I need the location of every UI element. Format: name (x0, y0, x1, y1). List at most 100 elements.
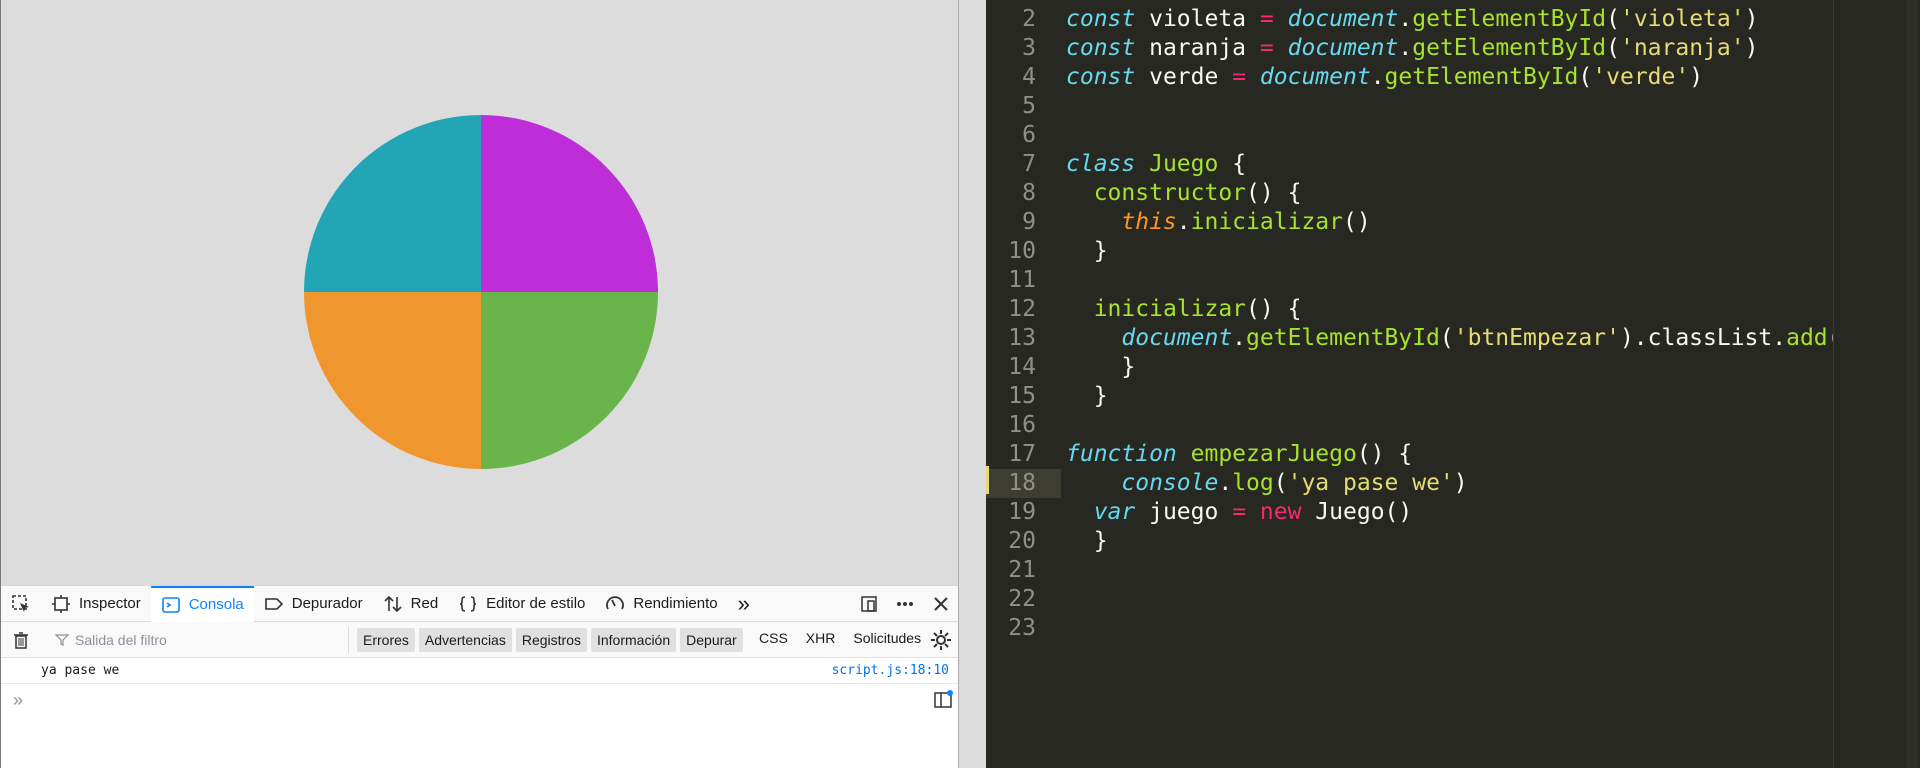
code-token: ) (1689, 64, 1704, 90)
log-source-link[interactable]: script.js:18:10 (832, 663, 949, 678)
filter-depurar[interactable]: Depurar (680, 628, 743, 652)
line-code: } (1066, 527, 1108, 556)
code-token: document (1121, 325, 1233, 351)
code-line[interactable]: 3 const naranja = document.getElementById… (986, 34, 1920, 63)
sidebar-toggle-icon[interactable] (933, 690, 953, 710)
code-line[interactable]: 8 constructor() { (986, 179, 1920, 208)
code-token: document (1287, 35, 1399, 61)
code-line[interactable]: 4 const verde = document.getElementById('… (986, 63, 1920, 92)
element-picker-icon (12, 594, 29, 612)
filter-solicitudes[interactable]: Solicitudes (853, 630, 921, 646)
code-line[interactable]: 15 } (986, 382, 1920, 411)
filter-información[interactable]: Información (590, 628, 677, 652)
code-token: constructor (1093, 180, 1247, 206)
console-prompt[interactable]: » (13, 690, 23, 711)
code-token: 'ya pase we' (1287, 470, 1454, 496)
code-line[interactable]: 7 class Juego { (986, 150, 1920, 179)
more-tools-button[interactable]: » (728, 586, 760, 622)
code-token: const (1066, 6, 1136, 32)
code-token: = (1259, 35, 1274, 61)
color-violeta[interactable] (481, 115, 658, 292)
tab-editor-de-estilo[interactable]: Editor de estilo (448, 586, 595, 622)
line-code: class Juego { (1066, 150, 1246, 179)
code-token: 'violeta' (1619, 6, 1745, 32)
code-token: } (1066, 528, 1108, 554)
code-line[interactable]: 23 (986, 614, 1920, 643)
line-number: 10 (1008, 238, 1036, 264)
code-token: function (1066, 441, 1177, 467)
tab-consola[interactable]: Consola (150, 585, 254, 622)
line-number: 2 (1022, 6, 1036, 32)
tab-label: Red (410, 595, 439, 612)
line-code: const violeta = document.getElementById(… (1066, 5, 1758, 34)
tab-red[interactable]: Red (373, 586, 449, 622)
filter-css[interactable]: CSS (759, 630, 788, 646)
pane-splitter[interactable] (958, 0, 986, 768)
code-token: . (1398, 35, 1413, 61)
tab-inspector[interactable]: Inspector (41, 586, 151, 622)
code-token: violeta (1135, 6, 1260, 32)
tab-label: Consola (188, 596, 244, 613)
close-icon[interactable] (931, 594, 951, 614)
network-icon (384, 595, 402, 612)
color-celeste[interactable] (304, 115, 481, 292)
code-line[interactable]: 16 (986, 411, 1920, 440)
code-token: ) (1453, 470, 1468, 496)
tab-rendimiento[interactable]: Rendimiento (595, 586, 727, 622)
filter-input[interactable]: Salida del filtro (43, 627, 349, 653)
code-token: 'btnEmpezar' (1453, 325, 1620, 351)
editor-scrollbar[interactable] (1906, 0, 1918, 768)
filter-advertencias[interactable]: Advertencias (418, 628, 512, 652)
debugger-icon (264, 597, 283, 610)
code-line[interactable]: 12 inicializar() { (986, 295, 1920, 324)
color-naranja[interactable] (304, 292, 481, 469)
page-viewport (1, 0, 959, 585)
code-token: getElementById (1246, 325, 1440, 351)
code-line[interactable]: 13 document.getElementById('btnEmpezar')… (986, 324, 1920, 353)
network-filters: CSS XHR Solicitudes (759, 630, 921, 646)
code-token: = (1232, 499, 1247, 525)
code-line[interactable]: 6 (986, 121, 1920, 150)
code-line[interactable]: 20 } (986, 527, 1920, 556)
element-picker-button[interactable] (1, 586, 41, 622)
code-line[interactable]: 9 this.inicializar() (986, 208, 1920, 237)
tab-label: Inspector (79, 595, 141, 612)
code-token: ( (1606, 6, 1620, 32)
code-token: document (1259, 64, 1371, 90)
code-token: getElementById (1384, 64, 1579, 90)
code-line[interactable]: 5 (986, 92, 1920, 121)
code-line[interactable]: 21 (986, 556, 1920, 585)
code-token: log (1232, 470, 1274, 496)
filter-errores[interactable]: Errores (357, 628, 415, 652)
code-line[interactable]: 19 var juego = new Juego() (986, 498, 1920, 527)
code-line[interactable]: 17 function empezarJuego() { (986, 440, 1920, 469)
code-editor[interactable]: 2 const violeta = document.getElementById… (986, 0, 1920, 768)
more-options-icon[interactable] (895, 594, 915, 614)
line-number: 3 (1022, 35, 1036, 61)
line-number: 16 (1008, 412, 1036, 438)
code-token: juego (1135, 499, 1233, 525)
code-line[interactable]: 14 } (986, 353, 1920, 382)
code-line[interactable]: 2 const violeta = document.getElementById… (986, 5, 1920, 34)
responsive-design-icon[interactable] (859, 594, 879, 614)
trash-icon[interactable] (11, 630, 31, 650)
code-token: } (1066, 238, 1108, 264)
line-number: 15 (1008, 383, 1036, 409)
line-code: } (1066, 382, 1108, 411)
line-code: const naranja = document.getElementById(… (1066, 34, 1758, 63)
color-verde[interactable] (481, 292, 658, 469)
gear-icon[interactable] (929, 628, 953, 652)
console-message: ya pase we script.js:18:10 (1, 658, 959, 684)
code-line[interactable]: 11 (986, 266, 1920, 295)
code-token: 'verde' (1592, 64, 1690, 90)
filter-registros[interactable]: Registros (515, 628, 587, 652)
code-line[interactable]: 22 (986, 585, 1920, 614)
code-line[interactable]: 10 } (986, 237, 1920, 266)
tab-depurador[interactable]: Depurador (254, 586, 373, 622)
code-line[interactable]: 18 console.log('ya pase we') (986, 469, 1920, 498)
filter-xhr[interactable]: XHR (806, 630, 836, 646)
